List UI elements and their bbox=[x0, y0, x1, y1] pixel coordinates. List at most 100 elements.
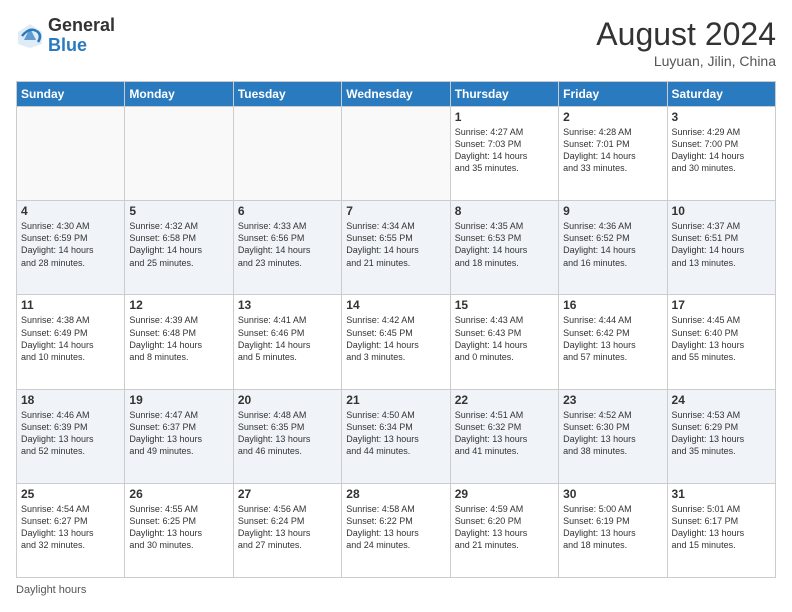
day-number: 13 bbox=[238, 298, 337, 312]
calendar-week-row: 4 Sunrise: 4:30 AM Sunset: 6:59 PM Daylig… bbox=[17, 201, 776, 295]
calendar-day-cell: 19 Sunrise: 4:47 AM Sunset: 6:37 PM Dayli… bbox=[125, 389, 233, 483]
day-info: Sunrise: 4:45 AM Sunset: 6:40 PM Dayligh… bbox=[672, 314, 771, 363]
calendar-day-cell: 11Sunrise: 4:38 AM Sunset: 6:49 PM Dayli… bbox=[17, 295, 125, 389]
calendar-day-cell bbox=[17, 107, 125, 201]
day-info: Sunrise: 4:27 AM Sunset: 7:03 PM Dayligh… bbox=[455, 126, 554, 175]
day-info: Sunrise: 4:59 AM Sunset: 6:20 PM Dayligh… bbox=[455, 503, 554, 552]
day-info: Sunrise: 4:41 AM Sunset: 6:46 PM Dayligh… bbox=[238, 314, 337, 363]
day-number: 9 bbox=[563, 204, 662, 218]
day-number: 26 bbox=[129, 487, 228, 501]
calendar-day-header: Saturday bbox=[667, 82, 775, 107]
day-number: 2 bbox=[563, 110, 662, 124]
calendar-day-cell: 10 Sunrise: 4:37 AM Sunset: 6:51 PM Dayli… bbox=[667, 201, 775, 295]
calendar-day-header: Tuesday bbox=[233, 82, 341, 107]
day-number: 19 bbox=[129, 393, 228, 407]
calendar-day-cell: 4 Sunrise: 4:30 AM Sunset: 6:59 PM Daylig… bbox=[17, 201, 125, 295]
calendar-day-cell: 30 Sunrise: 5:00 AM Sunset: 6:19 PM Dayli… bbox=[559, 483, 667, 577]
calendar-day-cell: 20Sunrise: 4:48 AM Sunset: 6:35 PM Dayli… bbox=[233, 389, 341, 483]
day-info: Sunrise: 4:53 AM Sunset: 6:29 PM Dayligh… bbox=[672, 409, 771, 458]
calendar-week-row: 11Sunrise: 4:38 AM Sunset: 6:49 PM Dayli… bbox=[17, 295, 776, 389]
title-area: August 2024 Luyuan, Jilin, China bbox=[596, 16, 776, 69]
day-info: Sunrise: 5:01 AM Sunset: 6:17 PM Dayligh… bbox=[672, 503, 771, 552]
day-info: Sunrise: 4:38 AM Sunset: 6:49 PM Dayligh… bbox=[21, 314, 120, 363]
day-info: Sunrise: 4:47 AM Sunset: 6:37 PM Dayligh… bbox=[129, 409, 228, 458]
calendar-day-cell: 15 Sunrise: 4:43 AM Sunset: 6:43 PM Dayli… bbox=[450, 295, 558, 389]
day-info: Sunrise: 4:29 AM Sunset: 7:00 PM Dayligh… bbox=[672, 126, 771, 175]
calendar-day-cell: 13 Sunrise: 4:41 AM Sunset: 6:46 PM Dayli… bbox=[233, 295, 341, 389]
day-number: 16 bbox=[563, 298, 662, 312]
location-text: Luyuan, Jilin, China bbox=[596, 53, 776, 69]
calendar-day-cell: 14 Sunrise: 4:42 AM Sunset: 6:45 PM Dayli… bbox=[342, 295, 450, 389]
calendar-day-cell: 5Sunrise: 4:32 AM Sunset: 6:58 PM Daylig… bbox=[125, 201, 233, 295]
day-info: Sunrise: 4:34 AM Sunset: 6:55 PM Dayligh… bbox=[346, 220, 445, 269]
day-number: 25 bbox=[21, 487, 120, 501]
day-number: 22 bbox=[455, 393, 554, 407]
calendar-day-header: Wednesday bbox=[342, 82, 450, 107]
calendar-day-cell bbox=[125, 107, 233, 201]
day-number: 31 bbox=[672, 487, 771, 501]
logo-icon bbox=[16, 22, 44, 50]
month-year-title: August 2024 bbox=[596, 16, 776, 53]
day-number: 28 bbox=[346, 487, 445, 501]
calendar-week-row: 1 Sunrise: 4:27 AM Sunset: 7:03 PM Daylig… bbox=[17, 107, 776, 201]
day-number: 4 bbox=[21, 204, 120, 218]
calendar-day-cell: 2 Sunrise: 4:28 AM Sunset: 7:01 PM Daylig… bbox=[559, 107, 667, 201]
calendar-day-cell: 16 Sunrise: 4:44 AM Sunset: 6:42 PM Dayli… bbox=[559, 295, 667, 389]
calendar-day-header: Sunday bbox=[17, 82, 125, 107]
day-number: 10 bbox=[672, 204, 771, 218]
footer: Daylight hours bbox=[16, 584, 776, 596]
day-number: 3 bbox=[672, 110, 771, 124]
day-info: Sunrise: 4:36 AM Sunset: 6:52 PM Dayligh… bbox=[563, 220, 662, 269]
calendar-week-row: 25 Sunrise: 4:54 AM Sunset: 6:27 PM Dayli… bbox=[17, 483, 776, 577]
day-info: Sunrise: 4:58 AM Sunset: 6:22 PM Dayligh… bbox=[346, 503, 445, 552]
calendar-day-cell: 25 Sunrise: 4:54 AM Sunset: 6:27 PM Dayli… bbox=[17, 483, 125, 577]
day-number: 5 bbox=[129, 204, 228, 218]
day-info: Sunrise: 4:55 AM Sunset: 6:25 PM Dayligh… bbox=[129, 503, 228, 552]
calendar-day-cell: 27Sunrise: 4:56 AM Sunset: 6:24 PM Dayli… bbox=[233, 483, 341, 577]
day-number: 8 bbox=[455, 204, 554, 218]
day-number: 18 bbox=[21, 393, 120, 407]
day-info: Sunrise: 4:35 AM Sunset: 6:53 PM Dayligh… bbox=[455, 220, 554, 269]
day-info: Sunrise: 4:50 AM Sunset: 6:34 PM Dayligh… bbox=[346, 409, 445, 458]
calendar-day-cell: 8 Sunrise: 4:35 AM Sunset: 6:53 PM Daylig… bbox=[450, 201, 558, 295]
calendar-table: SundayMondayTuesdayWednesdayThursdayFrid… bbox=[16, 81, 776, 578]
day-number: 7 bbox=[346, 204, 445, 218]
day-info: Sunrise: 4:43 AM Sunset: 6:43 PM Dayligh… bbox=[455, 314, 554, 363]
day-info: Sunrise: 4:30 AM Sunset: 6:59 PM Dayligh… bbox=[21, 220, 120, 269]
day-number: 21 bbox=[346, 393, 445, 407]
calendar-day-cell: 7 Sunrise: 4:34 AM Sunset: 6:55 PM Daylig… bbox=[342, 201, 450, 295]
day-number: 29 bbox=[455, 487, 554, 501]
calendar-day-cell: 29 Sunrise: 4:59 AM Sunset: 6:20 PM Dayli… bbox=[450, 483, 558, 577]
day-info: Sunrise: 4:56 AM Sunset: 6:24 PM Dayligh… bbox=[238, 503, 337, 552]
calendar-day-cell: 21 Sunrise: 4:50 AM Sunset: 6:34 PM Dayli… bbox=[342, 389, 450, 483]
day-info: Sunrise: 4:33 AM Sunset: 6:56 PM Dayligh… bbox=[238, 220, 337, 269]
calendar-day-cell: 23Sunrise: 4:52 AM Sunset: 6:30 PM Dayli… bbox=[559, 389, 667, 483]
day-number: 1 bbox=[455, 110, 554, 124]
calendar-day-cell: 6 Sunrise: 4:33 AM Sunset: 6:56 PM Daylig… bbox=[233, 201, 341, 295]
day-info: Sunrise: 4:44 AM Sunset: 6:42 PM Dayligh… bbox=[563, 314, 662, 363]
day-info: Sunrise: 4:46 AM Sunset: 6:39 PM Dayligh… bbox=[21, 409, 120, 458]
day-info: Sunrise: 5:00 AM Sunset: 6:19 PM Dayligh… bbox=[563, 503, 662, 552]
calendar-header-row: SundayMondayTuesdayWednesdayThursdayFrid… bbox=[17, 82, 776, 107]
day-info: Sunrise: 4:28 AM Sunset: 7:01 PM Dayligh… bbox=[563, 126, 662, 175]
day-number: 30 bbox=[563, 487, 662, 501]
calendar-day-cell: 18 Sunrise: 4:46 AM Sunset: 6:39 PM Dayli… bbox=[17, 389, 125, 483]
day-info: Sunrise: 4:54 AM Sunset: 6:27 PM Dayligh… bbox=[21, 503, 120, 552]
day-number: 23 bbox=[563, 393, 662, 407]
day-info: Sunrise: 4:37 AM Sunset: 6:51 PM Dayligh… bbox=[672, 220, 771, 269]
day-info: Sunrise: 4:42 AM Sunset: 6:45 PM Dayligh… bbox=[346, 314, 445, 363]
day-number: 15 bbox=[455, 298, 554, 312]
calendar-day-cell: 3 Sunrise: 4:29 AM Sunset: 7:00 PM Daylig… bbox=[667, 107, 775, 201]
day-info: Sunrise: 4:39 AM Sunset: 6:48 PM Dayligh… bbox=[129, 314, 228, 363]
day-info: Sunrise: 4:51 AM Sunset: 6:32 PM Dayligh… bbox=[455, 409, 554, 458]
day-number: 14 bbox=[346, 298, 445, 312]
calendar-day-cell: 22 Sunrise: 4:51 AM Sunset: 6:32 PM Dayli… bbox=[450, 389, 558, 483]
calendar-week-row: 18 Sunrise: 4:46 AM Sunset: 6:39 PM Dayli… bbox=[17, 389, 776, 483]
calendar-day-header: Thursday bbox=[450, 82, 558, 107]
calendar-day-cell bbox=[233, 107, 341, 201]
logo-general-text: General bbox=[48, 16, 115, 36]
calendar-day-cell: 24Sunrise: 4:53 AM Sunset: 6:29 PM Dayli… bbox=[667, 389, 775, 483]
calendar-day-cell: 12Sunrise: 4:39 AM Sunset: 6:48 PM Dayli… bbox=[125, 295, 233, 389]
day-number: 6 bbox=[238, 204, 337, 218]
calendar-day-cell: 9 Sunrise: 4:36 AM Sunset: 6:52 PM Daylig… bbox=[559, 201, 667, 295]
